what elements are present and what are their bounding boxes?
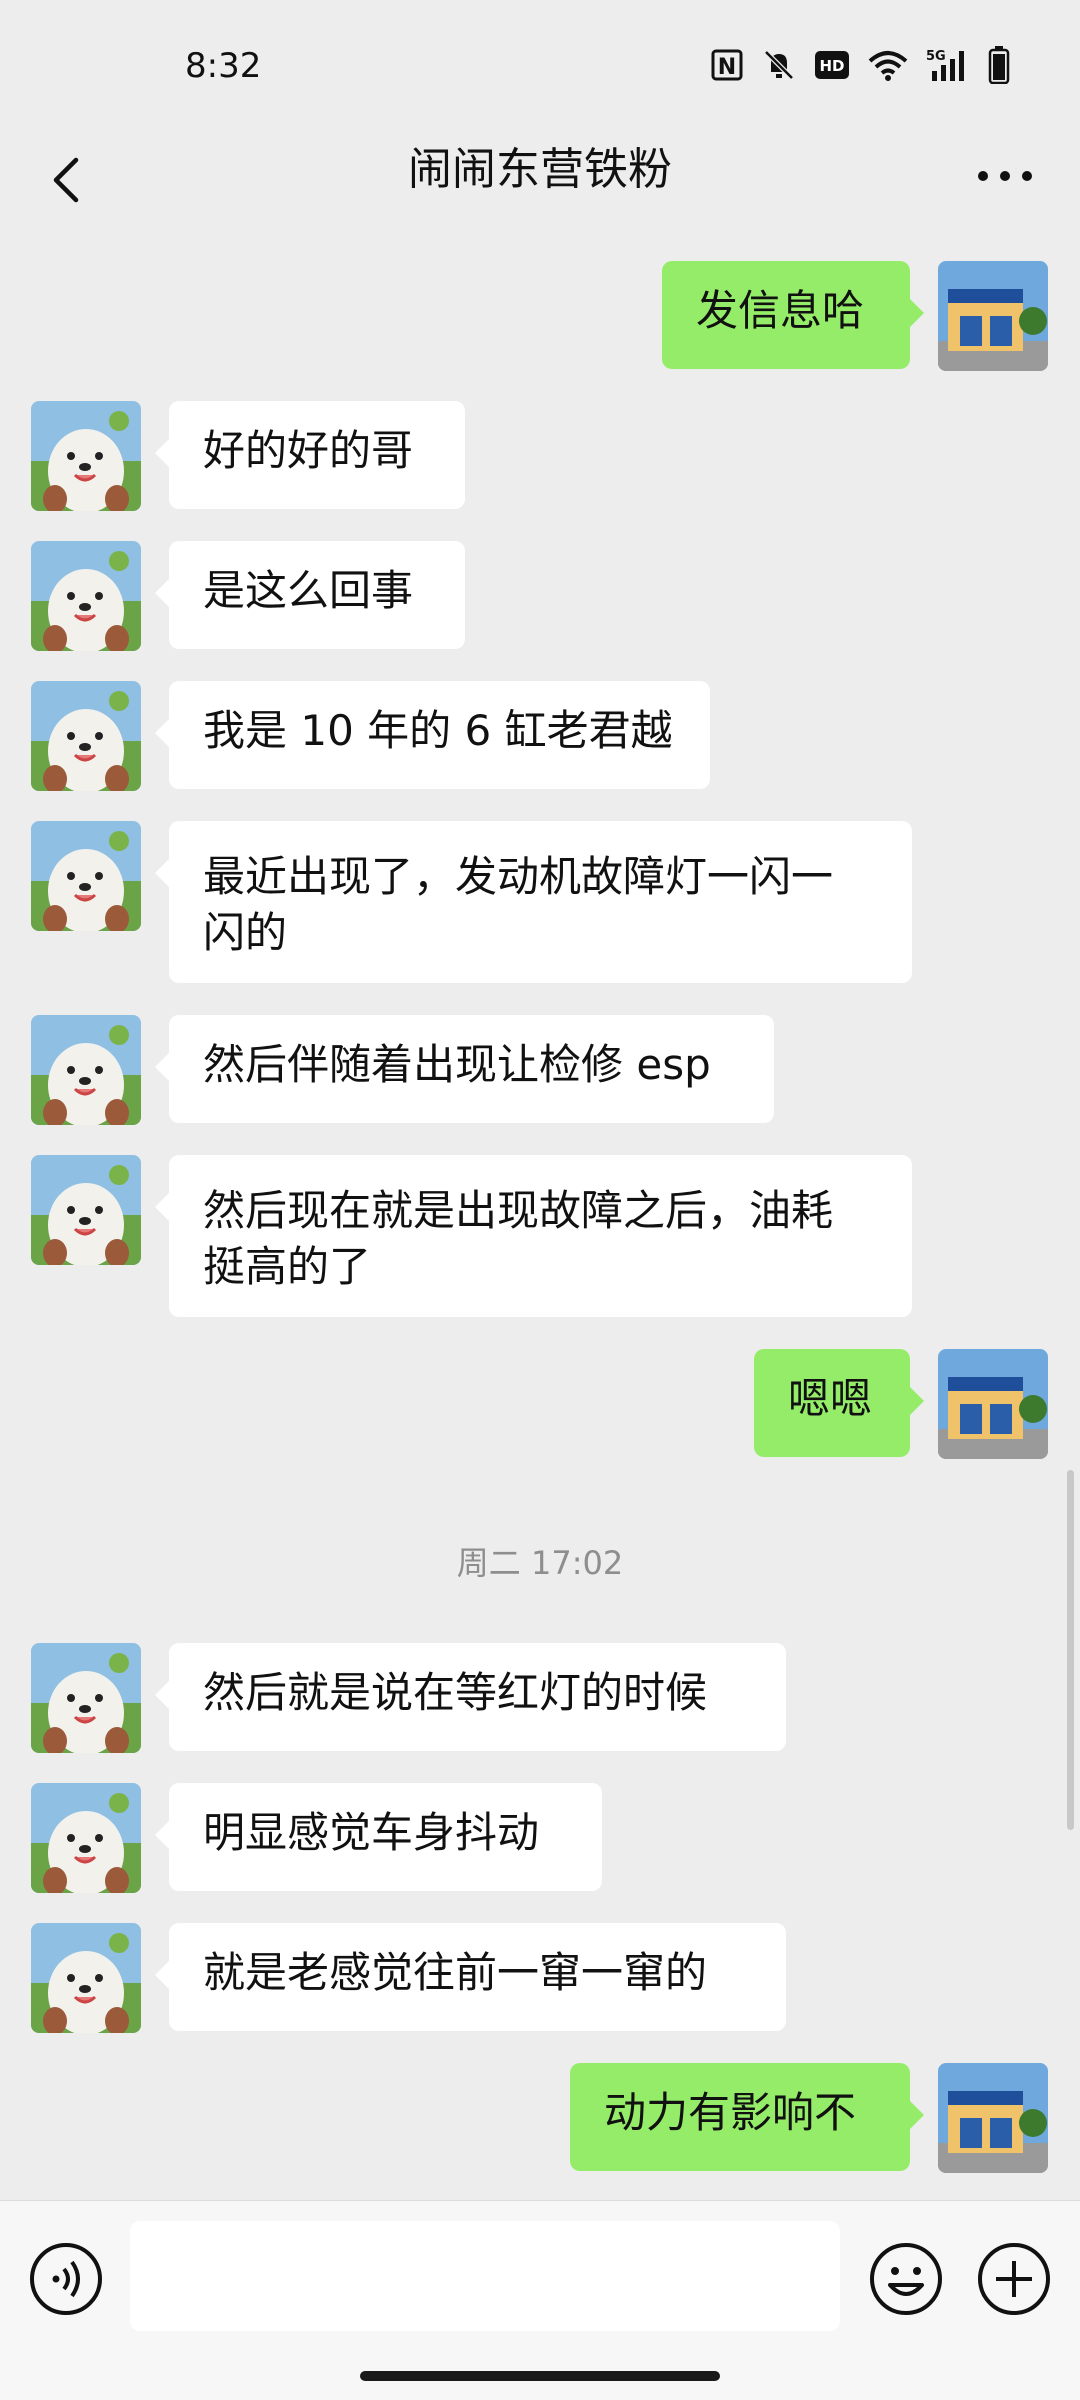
voice-icon: [30, 2243, 102, 2315]
message-bubble[interactable]: 最近出现了，发动机故障灯一闪一 闪的: [155, 821, 912, 983]
dog-avatar-image: [31, 1783, 141, 1893]
message-bubble[interactable]: 嗯嗯: [754, 1349, 924, 1457]
message-text: 好的好的哥: [203, 426, 414, 475]
message-bubble[interactable]: 然后现在就是出现故障之后，油耗 挺高的了: [155, 1155, 912, 1317]
avatar[interactable]: [31, 681, 141, 791]
message-bubble[interactable]: 我是 10 年的 6 缸老君越: [155, 681, 710, 789]
message-input[interactable]: [130, 2221, 840, 2331]
avatar[interactable]: [938, 1349, 1048, 1459]
plus-icon: [978, 2243, 1050, 2315]
message-text-line: 挺高的了: [203, 1242, 372, 1291]
shop-avatar-image: [938, 1349, 1048, 1459]
message-bubble[interactable]: 发信息哈: [662, 261, 924, 369]
message-list[interactable]: 发信息哈 好的好的哥 是这么回事 我是 10 年的 6 缸老君越 最近出现了，发…: [0, 0, 1080, 2190]
dog-avatar-image: [31, 1015, 141, 1125]
dog-avatar-image: [31, 681, 141, 791]
message-bubble[interactable]: 是这么回事: [155, 541, 465, 649]
plus-button[interactable]: [976, 2241, 1052, 2317]
dog-avatar-image: [31, 1155, 141, 1265]
dog-avatar-image: [31, 1923, 141, 2033]
message-text: 嗯嗯: [788, 1374, 873, 1423]
avatar[interactable]: [31, 1923, 141, 2033]
message-text: 动力有影响不: [604, 2088, 857, 2137]
avatar[interactable]: [31, 1643, 141, 1753]
message-text-line: 然后现在就是出现故障之后，油耗: [203, 1186, 834, 1235]
avatar[interactable]: [31, 1015, 141, 1125]
message-bubble[interactable]: 然后伴随着出现让检修 esp: [155, 1015, 774, 1123]
message-text: 我是 10 年的 6 缸老君越: [203, 706, 673, 755]
home-indicator[interactable]: [360, 2371, 720, 2381]
dog-avatar-image: [31, 541, 141, 651]
scrollbar[interactable]: [1067, 1470, 1074, 1830]
message-text: 是这么回事: [203, 566, 414, 615]
shop-avatar-image: [938, 261, 1048, 371]
avatar[interactable]: [31, 541, 141, 651]
dog-avatar-image: [31, 821, 141, 931]
message-text-line: 最近出现了，发动机故障灯一闪一: [203, 852, 834, 901]
message-bubble[interactable]: 好的好的哥: [155, 401, 465, 509]
emoji-icon: [870, 2243, 942, 2315]
timestamp: 周二 17:02: [456, 1544, 624, 1582]
input-bar: [0, 2200, 1080, 2400]
avatar[interactable]: [31, 1783, 141, 1893]
avatar[interactable]: [938, 261, 1048, 371]
message-bubble[interactable]: 动力有影响不: [570, 2063, 924, 2171]
message-bubble[interactable]: 然后就是说在等红灯的时候: [155, 1643, 786, 1751]
message-text: 发信息哈: [696, 286, 865, 335]
message-text: 然后就是说在等红灯的时候: [203, 1668, 708, 1717]
avatar[interactable]: [938, 2063, 1048, 2173]
dog-avatar-image: [31, 1643, 141, 1753]
avatar[interactable]: [31, 1155, 141, 1265]
emoji-button[interactable]: [868, 2241, 944, 2317]
message-text: 明显感觉车身抖动: [203, 1808, 540, 1857]
dog-avatar-image: [31, 401, 141, 511]
message-text: 就是老感觉往前一窜一窜的: [203, 1948, 708, 1997]
message-bubble[interactable]: 明显感觉车身抖动: [155, 1783, 602, 1891]
avatar[interactable]: [31, 821, 141, 931]
message-text: 然后伴随着出现让检修 esp: [203, 1040, 711, 1089]
voice-button[interactable]: [28, 2241, 104, 2317]
message-text-line: 闪的: [203, 908, 288, 957]
avatar[interactable]: [31, 401, 141, 511]
shop-avatar-image: [938, 2063, 1048, 2173]
message-bubble[interactable]: 就是老感觉往前一窜一窜的: [155, 1923, 786, 2031]
chat-screen: 8:32 N HD 5G 闹闹东营铁粉 发信息哈 好的好的哥 是这么回事 我是 …: [0, 0, 1080, 2400]
